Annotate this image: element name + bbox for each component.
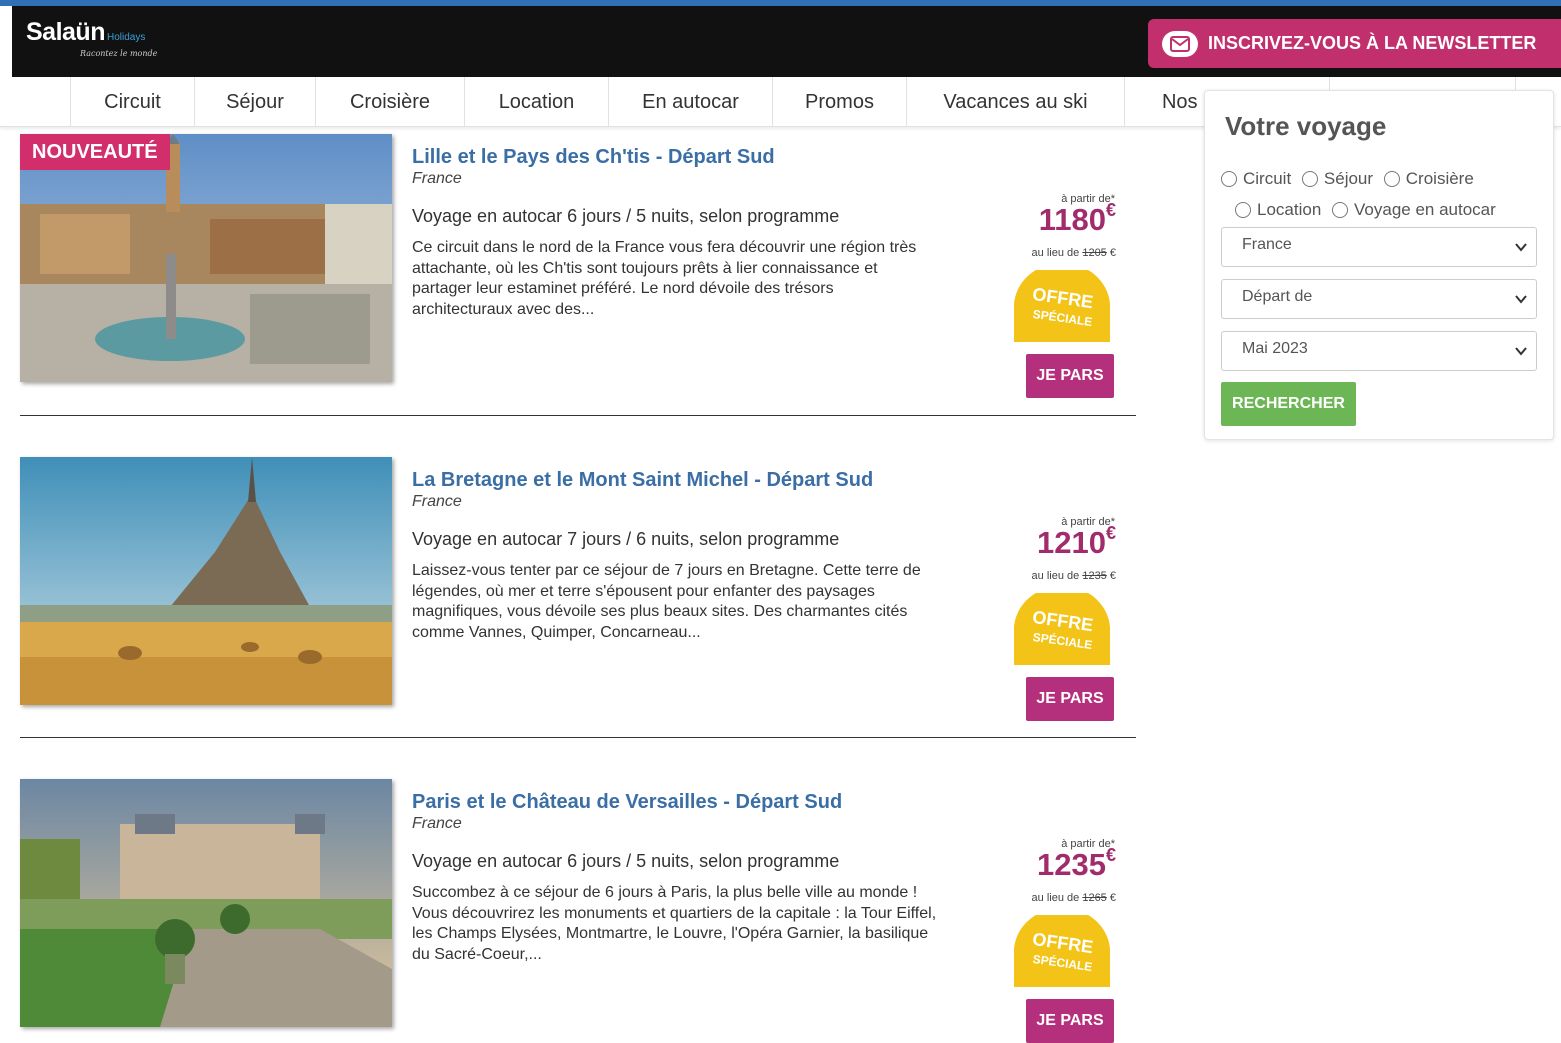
search-panel: Votre voyage Circuit Séjour Croisière Lo…: [1204, 90, 1554, 440]
month-select[interactable]: Mai 2023: [1221, 331, 1537, 371]
radio-location[interactable]: Location: [1235, 200, 1321, 220]
paris-palace-image: [20, 779, 392, 1027]
search-title: Votre voyage: [1225, 111, 1387, 141]
newsletter-button[interactable]: INSCRIVEZ-VOUS À LA NEWSLETTER: [1148, 19, 1561, 68]
special-offer-sticker-icon: OFFRE SPÉCIALE: [1014, 593, 1110, 665]
instead-label: au lieu de: [1031, 892, 1080, 904]
price-value: 1210: [1037, 525, 1106, 560]
newsletter-label: INSCRIVEZ-VOUS À LA NEWSLETTER: [1208, 33, 1537, 53]
search-button[interactable]: RECHERCHER: [1221, 382, 1356, 426]
offer-title[interactable]: La Bretagne et le Mont Saint Michel - Dé…: [412, 469, 873, 492]
old-price: 1235: [1082, 570, 1107, 582]
offer-card-bretagne: La Bretagne et le Mont Saint Michel - Dé…: [20, 457, 1136, 739]
price-value: 1180: [1038, 202, 1106, 237]
radio-label: Séjour: [1323, 169, 1374, 188]
price-currency: €: [1105, 200, 1116, 220]
offer-card-lille: NOUVEAUTÉ Lille et le Pays des Ch'tis - …: [20, 134, 1136, 416]
chevron-down-icon: [1515, 295, 1527, 304]
trip-type-radios: Circuit Séjour Croisière Location Voyage…: [1221, 169, 1541, 223]
offer-description: Succombez à ce séjour de 6 jours à Paris…: [412, 884, 937, 963]
offer-divider: [20, 415, 1136, 416]
price-currency: €: [1105, 845, 1116, 865]
lille-square-image: [20, 134, 392, 382]
offer-country: France: [412, 815, 462, 832]
old-price-currency: €: [1109, 570, 1116, 582]
logo-tagline: Racontez le monde: [80, 49, 158, 58]
radio-circle-icon: [1221, 171, 1237, 187]
offer-country: France: [412, 493, 462, 510]
old-price: 1265: [1082, 892, 1107, 904]
radio-label: Croisière: [1405, 169, 1474, 188]
nav-item-sejour[interactable]: Séjour: [194, 77, 315, 127]
nav-item-promos[interactable]: Promos: [772, 77, 906, 127]
chevron-down-icon: [1515, 347, 1527, 356]
instead-label: au lieu de: [1031, 247, 1080, 259]
old-price-line: au lieu de 1205 €: [990, 247, 1116, 259]
price-value: 1235: [1037, 847, 1106, 882]
old-price-currency: €: [1109, 892, 1116, 904]
special-offer-sticker-icon: OFFRE SPÉCIALE: [1014, 270, 1110, 342]
radio-label: Location: [1257, 200, 1322, 219]
offer-description: Laissez-vous tenter par ce séjour de 7 j…: [412, 562, 921, 641]
offer-price: 1210€: [980, 523, 1116, 561]
offer-price: 1235€: [980, 845, 1116, 883]
brand-logo[interactable]: Salaün Holidays Racontez le monde: [26, 18, 157, 58]
offer-description: Ce circuit dans le nord de la France vou…: [412, 239, 917, 318]
offer-photo-bretagne[interactable]: [20, 457, 392, 705]
je-pars-button[interactable]: JE PARS: [1026, 354, 1114, 398]
radio-circle-icon: [1235, 202, 1251, 218]
offer-divider: [20, 737, 1136, 738]
chevron-down-icon: [1515, 243, 1527, 252]
destination-select[interactable]: France: [1221, 227, 1537, 267]
site-header: Salaün Holidays Racontez le monde INSCRIV…: [12, 6, 1561, 77]
radio-circle-icon: [1383, 171, 1400, 187]
radio-circuit[interactable]: Circuit: [1221, 169, 1291, 189]
offer-title[interactable]: Lille et le Pays des Ch'tis - Départ Sud: [412, 146, 775, 169]
instead-label: au lieu de: [1031, 570, 1080, 582]
radio-croisiere[interactable]: Croisière: [1383, 169, 1474, 189]
radio-voyage-en-autocar[interactable]: Voyage en autocar: [1332, 200, 1496, 220]
logo-text: Salaün: [26, 18, 105, 46]
radio-sejour[interactable]: Séjour: [1301, 169, 1374, 189]
logo-sub-text: Holidays: [106, 32, 146, 43]
special-offer-sticker-icon: OFFRE SPÉCIALE: [1014, 915, 1110, 987]
offer-duration: Voyage en autocar 7 jours / 6 nuits, sel…: [412, 529, 840, 549]
offer-price: 1180€: [980, 200, 1116, 238]
offer-card-paris: Paris et le Château de Versailles - Dépa…: [20, 779, 1136, 1043]
radio-label: Circuit: [1243, 169, 1292, 188]
envelope-icon: [1162, 30, 1198, 57]
radio-label: Voyage en autocar: [1354, 200, 1496, 219]
nav-item-croisiere[interactable]: Croisière: [315, 77, 464, 127]
offer-photo-paris[interactable]: [20, 779, 392, 1027]
nav-item-circuit[interactable]: Circuit: [70, 77, 194, 127]
old-price-line: au lieu de 1265 €: [990, 892, 1116, 904]
nav-item-en-autocar[interactable]: En autocar: [608, 77, 772, 127]
je-pars-button[interactable]: JE PARS: [1026, 677, 1114, 721]
price-currency: €: [1105, 523, 1116, 543]
radio-circle-icon: [1332, 202, 1349, 218]
mont-saint-michel-image: [20, 457, 392, 705]
new-badge: NOUVEAUTÉ: [20, 134, 170, 170]
offer-photo-lille[interactable]: NOUVEAUTÉ: [20, 134, 392, 382]
offer-country: France: [412, 170, 462, 187]
offer-duration: Voyage en autocar 6 jours / 5 nuits, sel…: [412, 851, 840, 871]
departure-select[interactable]: Départ de: [1221, 279, 1537, 319]
offer-duration: Voyage en autocar 6 jours / 5 nuits, sel…: [412, 206, 840, 226]
destination-value: France: [1242, 236, 1292, 253]
nav-item-location[interactable]: Location: [464, 77, 608, 127]
month-value: Mai 2023: [1242, 340, 1308, 357]
departure-value: Départ de: [1242, 288, 1313, 305]
old-price-currency: €: [1109, 247, 1116, 259]
je-pars-button[interactable]: JE PARS: [1026, 999, 1114, 1043]
old-price: 1205: [1082, 247, 1107, 259]
old-price-line: au lieu de 1235 €: [990, 570, 1116, 582]
offer-title[interactable]: Paris et le Château de Versailles - Dépa…: [412, 791, 842, 814]
nav-item-vacances-au-ski[interactable]: Vacances au ski: [906, 77, 1124, 127]
radio-circle-icon: [1301, 171, 1318, 187]
